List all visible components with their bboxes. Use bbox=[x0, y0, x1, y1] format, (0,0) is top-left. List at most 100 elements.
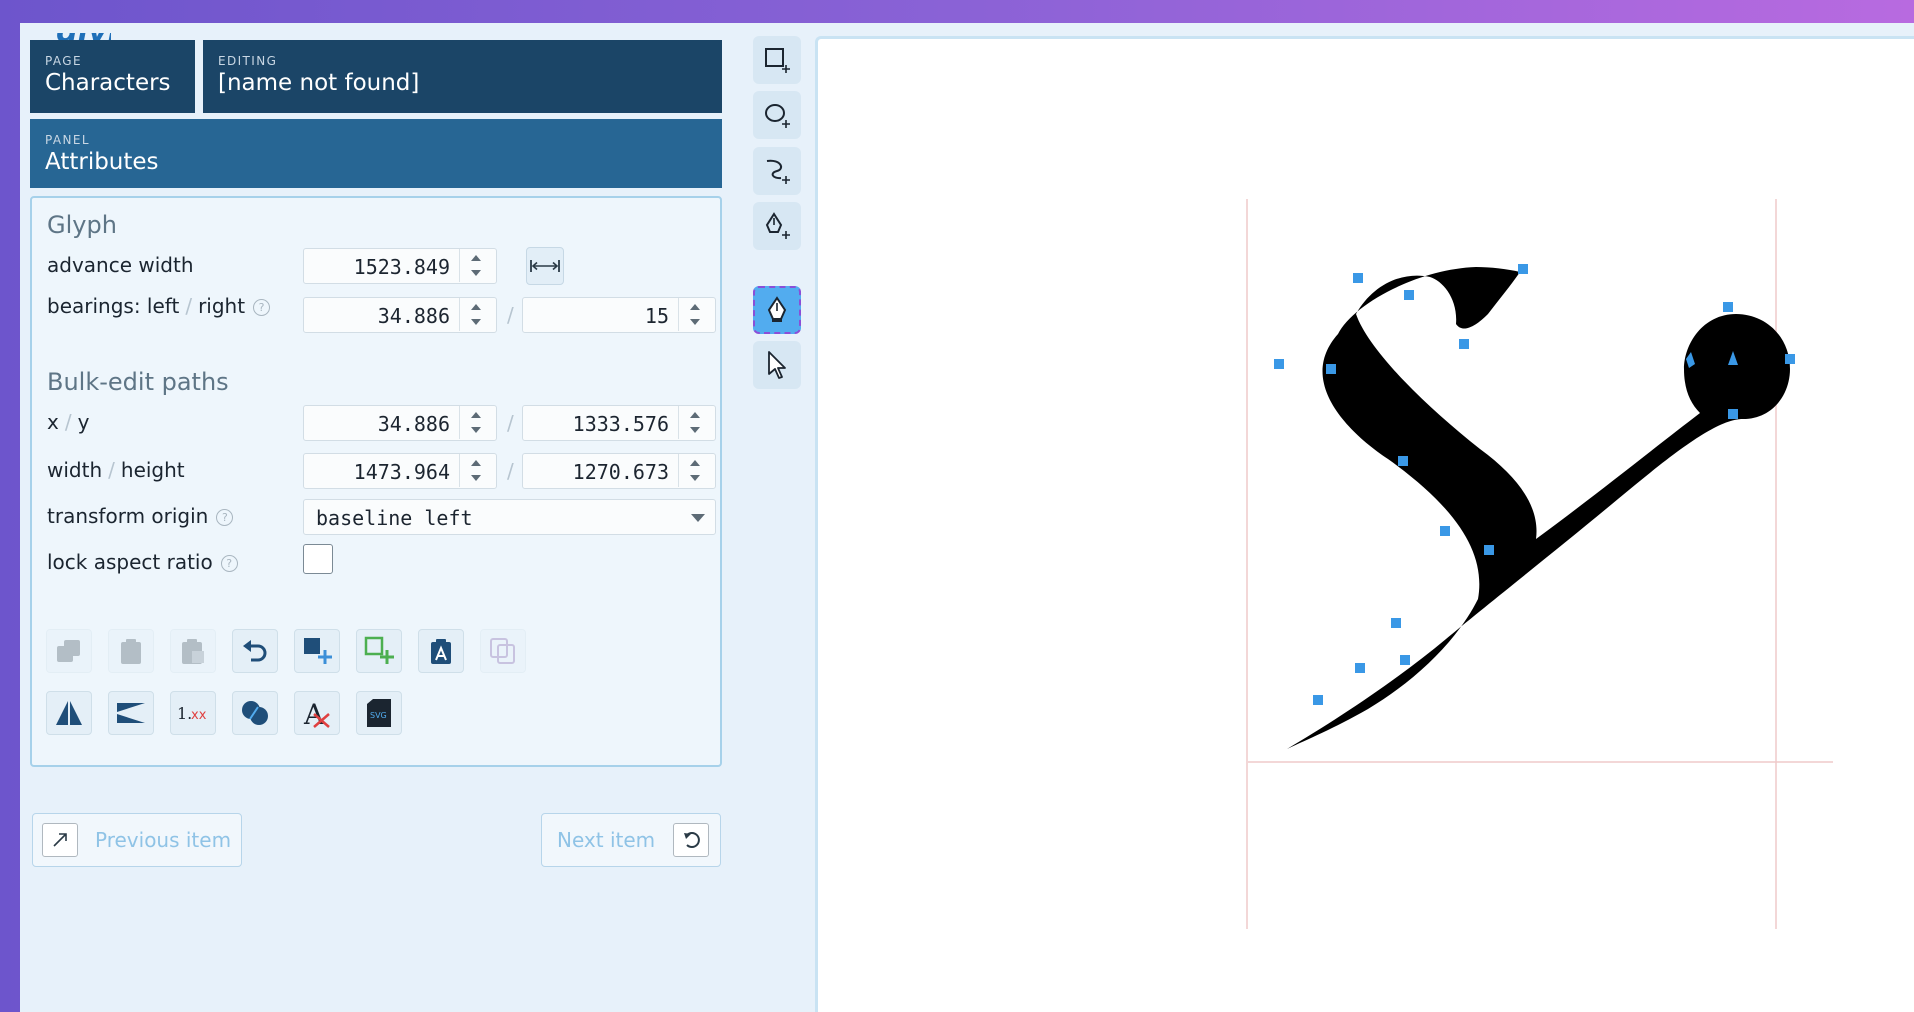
svg-text:A: A bbox=[303, 698, 325, 728]
combine-paths-button[interactable] bbox=[232, 691, 278, 735]
new-oval-tool[interactable] bbox=[753, 91, 801, 139]
copy-icon bbox=[57, 640, 80, 662]
width-stepper[interactable] bbox=[459, 454, 496, 487]
copy-glyph-icon bbox=[490, 638, 515, 664]
width-height-label: width / height bbox=[47, 458, 185, 482]
point-handle[interactable] bbox=[1785, 354, 1795, 364]
pen-tool[interactable] bbox=[753, 286, 801, 334]
bearing-separator: / bbox=[507, 303, 514, 327]
pointer-arrow-icon bbox=[768, 351, 786, 379]
transform-origin-label: transform origin? bbox=[47, 504, 234, 528]
advance-width-label: advance width bbox=[47, 253, 194, 277]
svg-text:xx: xx bbox=[191, 708, 207, 723]
copy-glyph-button[interactable] bbox=[480, 629, 526, 673]
point-handle[interactable] bbox=[1398, 456, 1408, 466]
svg-text:SVG: SVG bbox=[370, 711, 387, 720]
export-svg-button[interactable]: SVG bbox=[356, 691, 402, 735]
height-stepper[interactable] bbox=[678, 454, 715, 487]
point-handle[interactable] bbox=[1404, 290, 1414, 300]
bearing-right-stepper[interactable] bbox=[678, 298, 715, 331]
point-handle[interactable] bbox=[1355, 663, 1365, 673]
point-handle[interactable] bbox=[1353, 273, 1363, 283]
help-icon[interactable]: ? bbox=[253, 299, 271, 316]
help-icon[interactable]: ? bbox=[220, 555, 238, 572]
advance-width-stepper[interactable] bbox=[459, 249, 496, 282]
flip-vertical-button[interactable] bbox=[108, 691, 154, 735]
add-component-button[interactable] bbox=[356, 629, 402, 673]
bearing-left-input[interactable]: 34.886 bbox=[303, 297, 497, 333]
pen-icon bbox=[767, 296, 787, 322]
svg-text:1.: 1. bbox=[177, 704, 192, 723]
point-handle[interactable] bbox=[1723, 302, 1733, 312]
bearing-right-input[interactable]: 15 bbox=[522, 297, 716, 333]
chevron-down-icon bbox=[691, 514, 705, 522]
advance-width-input[interactable]: 1523.849 bbox=[303, 248, 497, 284]
point-handle[interactable] bbox=[1728, 409, 1738, 419]
wh-separator: / bbox=[507, 459, 514, 483]
arrow-up-right-icon bbox=[53, 833, 67, 847]
app-window: glyph PAGE Characters EDITING [name not … bbox=[20, 23, 1914, 1012]
point-handle[interactable] bbox=[1274, 359, 1284, 369]
svg-file-icon: SVG bbox=[367, 699, 391, 727]
flip-vertical-icon bbox=[117, 703, 145, 723]
page-label: PAGE bbox=[45, 54, 82, 68]
glyph-editor-svg[interactable] bbox=[818, 39, 1914, 1012]
point-handle[interactable] bbox=[1400, 655, 1410, 665]
next-item-label: Next item bbox=[557, 828, 656, 852]
new-rectangle-tool[interactable] bbox=[753, 36, 801, 84]
combine-paths-icon bbox=[242, 701, 268, 725]
add-point-tool[interactable] bbox=[753, 202, 801, 250]
select-tool[interactable] bbox=[753, 341, 801, 389]
round-values-button[interactable]: 1. xx bbox=[170, 691, 216, 735]
point-handle[interactable] bbox=[1459, 339, 1469, 349]
width-input[interactable]: 1473.964 bbox=[303, 453, 497, 489]
flip-horizontal-button[interactable] bbox=[46, 691, 92, 735]
new-path-tool[interactable] bbox=[753, 147, 801, 195]
x-stepper[interactable] bbox=[459, 406, 496, 439]
remove-overlap-button[interactable]: A bbox=[294, 691, 340, 735]
previous-item-icon-box bbox=[42, 823, 78, 857]
cycle-icon bbox=[684, 832, 700, 848]
next-item-button[interactable]: Next item bbox=[541, 813, 721, 867]
bearing-left-stepper[interactable] bbox=[459, 298, 496, 331]
paste-button[interactable] bbox=[108, 629, 154, 673]
xy-separator: / bbox=[507, 411, 514, 435]
point-handle[interactable] bbox=[1484, 545, 1494, 555]
clipboard-icon bbox=[121, 639, 141, 664]
panel-value: Attributes bbox=[45, 149, 159, 175]
panel-selector[interactable]: PANEL Attributes bbox=[30, 119, 722, 188]
transform-origin-select[interactable]: baseline left bbox=[303, 499, 716, 535]
height-input[interactable]: 1270.673 bbox=[522, 453, 716, 489]
undo-button[interactable] bbox=[232, 629, 278, 673]
point-handle[interactable] bbox=[1326, 364, 1336, 374]
page-selector[interactable]: PAGE Characters bbox=[30, 40, 195, 113]
add-shape-button[interactable] bbox=[294, 629, 340, 673]
auto-fit-width-button[interactable] bbox=[526, 247, 564, 285]
previous-item-button[interactable]: Previous item bbox=[32, 813, 242, 867]
add-component-icon bbox=[364, 636, 394, 664]
x-input[interactable]: 34.886 bbox=[303, 405, 497, 441]
next-item-icon-box bbox=[673, 823, 709, 857]
text-remove-icon: A bbox=[303, 698, 330, 728]
point-handle[interactable] bbox=[1518, 264, 1528, 274]
glyph-outline[interactable] bbox=[1287, 267, 1790, 749]
point-handle[interactable] bbox=[1440, 526, 1450, 536]
editing-selector[interactable]: EDITING [name not found] bbox=[203, 40, 722, 113]
point-handle[interactable] bbox=[1391, 618, 1401, 628]
paste-glyph-button[interactable] bbox=[418, 629, 464, 673]
clipboard-trash-icon bbox=[182, 639, 204, 664]
bearings-label: bearings: left / right? bbox=[47, 294, 271, 318]
glyph-section-title: Glyph bbox=[47, 211, 117, 239]
edit-canvas[interactable] bbox=[815, 36, 1914, 1012]
lock-aspect-checkbox[interactable] bbox=[303, 544, 333, 574]
flip-horizontal-icon bbox=[56, 701, 82, 725]
clear-clipboard-button[interactable] bbox=[170, 629, 216, 673]
rectangle-plus-icon bbox=[765, 48, 790, 73]
point-handle[interactable] bbox=[1313, 695, 1323, 705]
copy-button[interactable] bbox=[46, 629, 92, 673]
help-icon[interactable]: ? bbox=[216, 509, 234, 526]
y-stepper[interactable] bbox=[678, 406, 715, 439]
previous-item-label: Previous item bbox=[95, 828, 232, 852]
oval-plus-icon bbox=[765, 104, 790, 128]
y-input[interactable]: 1333.576 bbox=[522, 405, 716, 441]
